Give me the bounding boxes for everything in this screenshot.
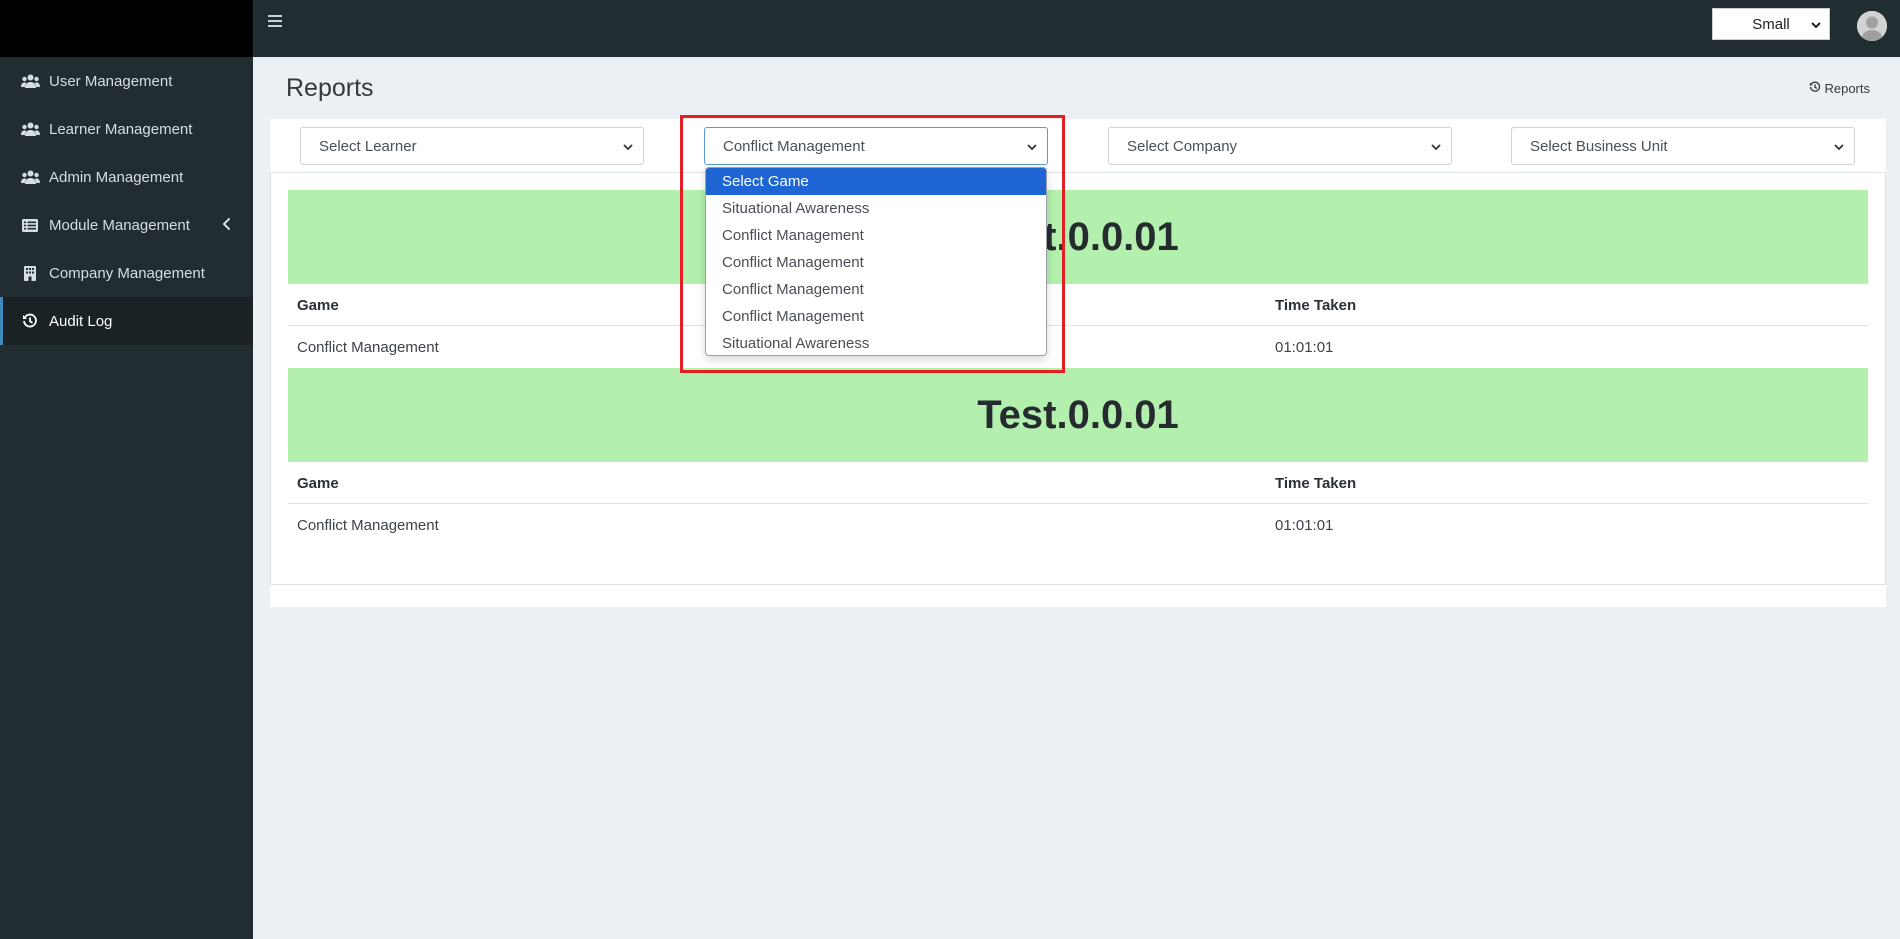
history-icon	[1809, 81, 1821, 96]
sidebar-item-user-management[interactable]: User Management	[0, 57, 253, 105]
building-icon	[20, 265, 40, 281]
report-table-header: Game Time Taken	[288, 284, 1868, 326]
history-icon	[20, 313, 40, 329]
business-unit-select-value: Select Business Unit	[1530, 137, 1668, 155]
sidebar-nav: User Management Learner Management Admin…	[0, 57, 253, 345]
company-select[interactable]: Select Company	[1108, 127, 1452, 165]
list-icon	[20, 217, 40, 233]
sidebar-item-audit-log[interactable]: Audit Log	[0, 297, 253, 345]
sidebar-item-label: Module Management	[49, 216, 190, 234]
game-dropdown-list: Select Game Situational Awareness Confli…	[705, 167, 1047, 356]
table-row: Conflict Management 01:01:01	[288, 326, 1868, 368]
sidebar-item-learner-management[interactable]: Learner Management	[0, 105, 253, 153]
learner-select[interactable]: Select Learner	[300, 127, 644, 165]
table-row: Conflict Management 01:01:01	[288, 504, 1868, 546]
page-title: Reports	[286, 74, 374, 102]
dropdown-option[interactable]: Conflict Management	[706, 276, 1046, 303]
font-size-value: Small	[1752, 15, 1790, 33]
report-table-header: Game Time Taken	[288, 462, 1868, 504]
cell-game: Conflict Management	[297, 517, 439, 534]
sidebar-item-label: Audit Log	[49, 312, 113, 330]
report-title-banner: Test.0.0.01	[288, 190, 1868, 284]
sidebar-item-label: User Management	[49, 72, 173, 90]
chevron-left-icon[interactable]	[222, 217, 231, 235]
column-header-time-taken: Time Taken	[1275, 475, 1357, 492]
chevron-down-icon	[1811, 18, 1821, 35]
top-navbar: Small	[253, 0, 1900, 57]
chevron-down-icon	[1027, 140, 1037, 157]
sidebar: User Management Learner Management Admin…	[0, 0, 253, 939]
breadcrumb[interactable]: Reports	[1809, 81, 1870, 96]
card-footer	[270, 584, 1886, 607]
user-avatar[interactable]	[1857, 11, 1887, 41]
column-header-game: Game	[297, 297, 339, 314]
sidebar-item-label: Admin Management	[49, 168, 184, 186]
font-size-select[interactable]: Small	[1712, 8, 1830, 40]
dropdown-option[interactable]: Conflict Management	[706, 222, 1046, 249]
sidebar-item-label: Learner Management	[49, 120, 193, 138]
hamburger-menu-icon[interactable]	[268, 14, 290, 34]
report-title-banner: Test.0.0.01	[288, 368, 1868, 462]
users-icon	[20, 169, 40, 185]
cell-game: Conflict Management	[297, 339, 439, 356]
column-header-time-taken: Time Taken	[1275, 297, 1357, 314]
chevron-down-icon	[623, 140, 633, 157]
learner-select-value: Select Learner	[319, 137, 417, 155]
game-select-value: Conflict Management	[723, 137, 865, 155]
dropdown-option[interactable]: Situational Awareness	[706, 195, 1046, 222]
cell-time-taken: 01:01:01	[1275, 517, 1334, 534]
sidebar-item-module-management[interactable]: Module Management	[0, 201, 253, 249]
sidebar-brand	[0, 0, 253, 57]
sidebar-item-admin-management[interactable]: Admin Management	[0, 153, 253, 201]
sidebar-item-company-management[interactable]: Company Management	[0, 249, 253, 297]
users-icon	[20, 73, 40, 89]
company-select-value: Select Company	[1127, 137, 1238, 155]
dropdown-option[interactable]: Conflict Management	[706, 249, 1046, 276]
breadcrumb-label: Reports	[1824, 81, 1870, 96]
dropdown-option[interactable]: Conflict Management	[706, 303, 1046, 330]
chevron-down-icon	[1431, 140, 1441, 157]
business-unit-select[interactable]: Select Business Unit	[1511, 127, 1855, 165]
cell-time-taken: 01:01:01	[1275, 339, 1334, 356]
dropdown-option[interactable]: Select Game	[706, 168, 1046, 195]
users-icon	[20, 121, 40, 137]
game-select[interactable]: Conflict Management	[704, 127, 1048, 165]
sidebar-item-label: Company Management	[49, 264, 205, 282]
dropdown-option[interactable]: Situational Awareness	[706, 330, 1046, 355]
column-header-game: Game	[297, 475, 339, 492]
chevron-down-icon	[1834, 140, 1844, 157]
